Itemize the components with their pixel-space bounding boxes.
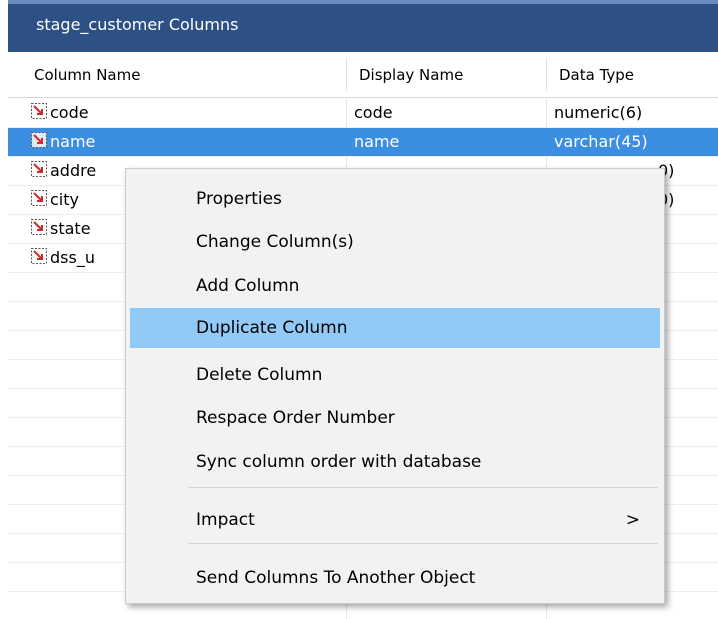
menu-item-label: Add Column [196, 276, 300, 296]
cell-column-name: dss_u [50, 248, 95, 267]
menu-item-label: Send Columns To Another Object [196, 568, 476, 588]
column-header-row: Column Name Display Name Data Type [8, 52, 718, 98]
menu-item-duplicate-column[interactable]: Duplicate Column [130, 308, 660, 348]
menu-separator [188, 487, 658, 488]
menu-item-change-column-s[interactable]: Change Column(s) [130, 222, 660, 262]
menu-item-properties[interactable]: Properties [130, 179, 660, 219]
column-icon [30, 102, 48, 120]
header-divider[interactable] [346, 58, 347, 90]
menu-item-delete-column[interactable]: Delete Column [130, 355, 660, 395]
header-data-type[interactable]: Data Type [551, 52, 711, 98]
left-margin [0, 0, 8, 619]
menu-item-sync-column-order-with-database[interactable]: Sync column order with database [130, 442, 660, 482]
column-icon [30, 189, 48, 207]
table-row[interactable]: name name varchar(45) [8, 127, 718, 156]
column-icon [30, 131, 48, 149]
menu-item-send-columns-to-another-object[interactable]: Send Columns To Another Object [130, 558, 660, 598]
menu-item-respace-order-number[interactable]: Respace Order Number [130, 398, 660, 438]
header-divider[interactable] [546, 58, 547, 90]
menu-item-label: Sync column order with database [196, 452, 482, 472]
cell-data-type: varchar(45) [554, 132, 648, 151]
grid-row-line [8, 156, 718, 157]
menu-item-label: Properties [196, 189, 282, 209]
context-menu: Properties Change Column(s) Add Column Dupl… [125, 168, 665, 604]
menu-item-label: Delete Column [196, 365, 323, 385]
cell-column-name: addre [50, 161, 97, 180]
menu-item-label: Duplicate Column [196, 318, 348, 338]
cell-column-name: city [50, 190, 79, 209]
menu-item-label: Change Column(s) [196, 232, 354, 252]
table-row[interactable]: code code numeric(6) [8, 98, 718, 127]
panel-titlebar: stage_customer Columns [8, 0, 718, 52]
column-icon [30, 247, 48, 265]
cell-column-name: name [50, 132, 96, 151]
menu-item-label: Impact [196, 510, 255, 530]
panel-title: stage_customer Columns [36, 15, 239, 34]
menu-item-impact[interactable]: Impact > [130, 500, 660, 540]
cell-display-name: name [354, 132, 400, 151]
chevron-right-icon: > [625, 510, 640, 530]
header-column-name[interactable]: Column Name [26, 52, 346, 98]
cell-data-type: numeric(6) [554, 103, 643, 122]
menu-item-add-column[interactable]: Add Column [130, 266, 660, 306]
menu-item-label: Respace Order Number [196, 408, 395, 428]
header-display-name[interactable]: Display Name [351, 52, 546, 98]
column-icon [30, 160, 48, 178]
cell-column-name: state [50, 219, 91, 238]
cell-column-name: code [50, 103, 89, 122]
grid-row-line [8, 127, 718, 128]
menu-separator [188, 543, 658, 544]
cell-display-name: code [354, 103, 393, 122]
column-icon [30, 218, 48, 236]
